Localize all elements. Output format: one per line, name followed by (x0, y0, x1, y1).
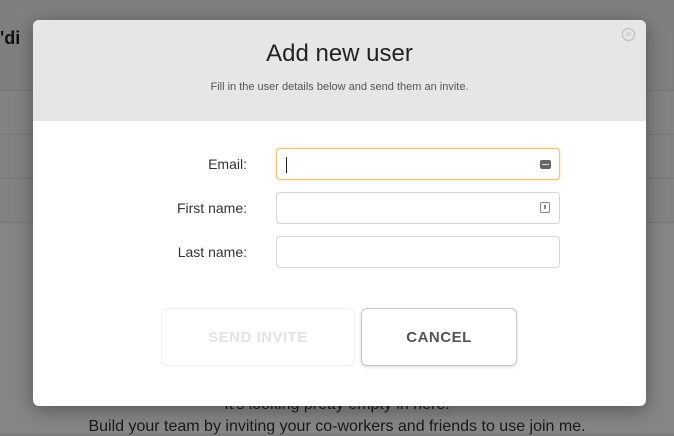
dialog-title: Add new user (266, 40, 413, 67)
cancel-button[interactable]: CANCEL (361, 308, 517, 366)
contact-card-icon[interactable] (540, 160, 551, 169)
close-icon[interactable]: × (622, 28, 635, 41)
first-name-label: First name: (176, 200, 247, 216)
email-field[interactable] (276, 148, 560, 180)
send-invite-button[interactable]: SEND INVITE (161, 308, 355, 366)
last-name-field[interactable] (276, 236, 560, 268)
text-caret (286, 157, 287, 173)
email-label: Email: (208, 156, 247, 172)
dialog-subtitle: Fill in the user details below and send … (210, 81, 469, 93)
add-user-dialog: Add new user Fill in the user details be… (33, 20, 646, 406)
dialog-header: Add new user Fill in the user details be… (33, 20, 646, 121)
first-name-field[interactable] (276, 192, 560, 224)
last-name-label: Last name: (177, 244, 247, 260)
password-key-icon[interactable] (540, 202, 550, 213)
